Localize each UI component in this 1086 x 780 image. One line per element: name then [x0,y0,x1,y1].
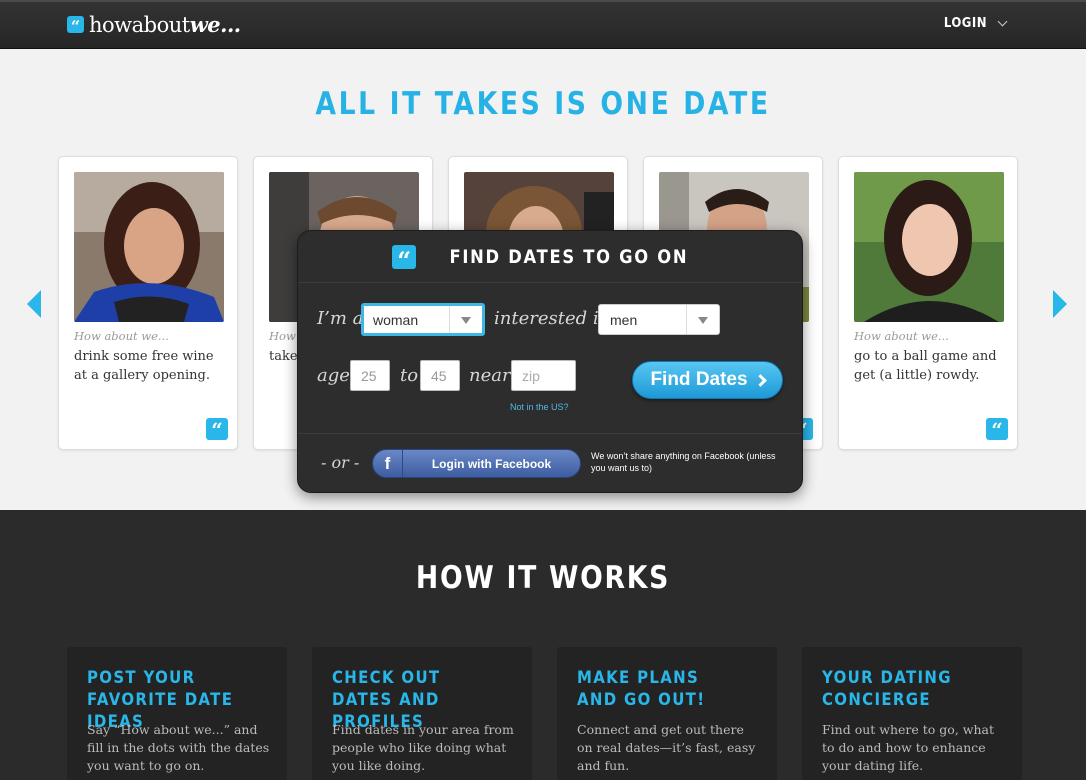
profile-photo [854,172,1004,322]
card-prefix: How about we... [854,329,949,343]
facebook-note: We won’t share anything on Facebook (unl… [591,451,776,473]
age-label: age [317,365,350,386]
quote-icon: “ [67,15,84,35]
logo[interactable]: “ howaboutwe... [67,11,241,37]
card-prefix: How about we... [74,329,169,343]
profile-photo [74,172,224,322]
gender-select[interactable]: woman [361,303,485,336]
dropdown-arrow-icon [698,317,708,324]
find-dates-button[interactable]: Find Dates [632,361,783,399]
chevron-right-icon [753,373,767,387]
step-description: Connect and get out there on real dates—… [577,722,756,773]
zip-input[interactable]: zip [511,360,576,391]
find-dates-panel: “ FIND DATES TO GO ON I’m a woman intere… [297,230,803,493]
interested-in-label: interested in [494,308,611,329]
login-menu[interactable]: LOGIN [943,16,1008,31]
step-description: Find out where to go, what to do and how… [822,722,994,773]
panel-header: “ FIND DATES TO GO ON [298,231,802,283]
step-description: Find dates in your area from people who … [332,722,514,773]
card-idea-text: go to a ball game and get (a little) row… [854,349,997,383]
facebook-icon: f [373,450,403,477]
hero-title: ALL IT TAKES IS ONE DATE [315,86,771,122]
not-in-us-link[interactable]: Not in the US? [510,402,569,412]
card-idea-text: drink some free wine at a gallery openin… [74,349,214,383]
how-it-works-section: HOW IT WORKS POST YOUR FAVORITE DATE IDE… [0,510,1086,780]
gender-value: woman [373,312,419,328]
step-card: MAKE PLANS AND GO OUT! Connect and get o… [557,647,777,780]
login-label: LOGIN [943,16,987,31]
find-dates-label: Find Dates [650,369,748,390]
facebook-login-label: Login with Facebook [431,456,552,471]
card-prefix: How [269,329,296,343]
step-card: YOUR DATING CONCIERGE Find out where to … [802,647,1022,780]
date-idea-card[interactable]: How about we... go to a ball game and ge… [838,156,1018,450]
near-label: near [469,365,511,386]
logo-text: howabout [89,12,190,37]
to-label: to [400,365,419,386]
step-card: POST YOUR FAVORITE DATE IDEAS Say “How a… [67,647,287,780]
interest-select[interactable]: men [598,304,720,335]
step-title: YOUR DATING CONCIERGE [822,668,952,710]
carousel-prev-arrow-icon[interactable] [27,290,41,318]
im-a-label: I’m a [317,308,364,329]
chevron-down-icon [997,16,1008,27]
or-label: - or - [321,453,360,472]
how-it-works-title: HOW IT WORKS [415,560,671,596]
logo-text-bold: we... [189,11,241,37]
step-description: Say “How about we...” and fill in the do… [87,722,270,773]
carousel-next-arrow-icon[interactable] [1053,290,1067,318]
quote-icon[interactable]: “ [986,418,1008,440]
facebook-login-button[interactable]: f Login with Facebook [372,449,581,478]
divider [298,433,802,434]
panel-title: FIND DATES TO GO ON [449,245,689,268]
step-title: MAKE PLANS AND GO OUT! [577,668,706,710]
top-nav: “ howaboutwe... LOGIN [0,0,1086,49]
age-min-input[interactable]: 25 [350,360,390,391]
date-idea-card[interactable]: How about we... drink some free wine at … [58,156,238,450]
interest-value: men [610,312,638,328]
quote-icon: “ [392,244,417,273]
step-card: CHECK OUT DATES AND PROFILES Find dates … [312,647,532,780]
quote-icon[interactable]: “ [206,418,228,440]
age-max-input[interactable]: 45 [420,360,460,391]
dropdown-arrow-icon [461,317,471,324]
